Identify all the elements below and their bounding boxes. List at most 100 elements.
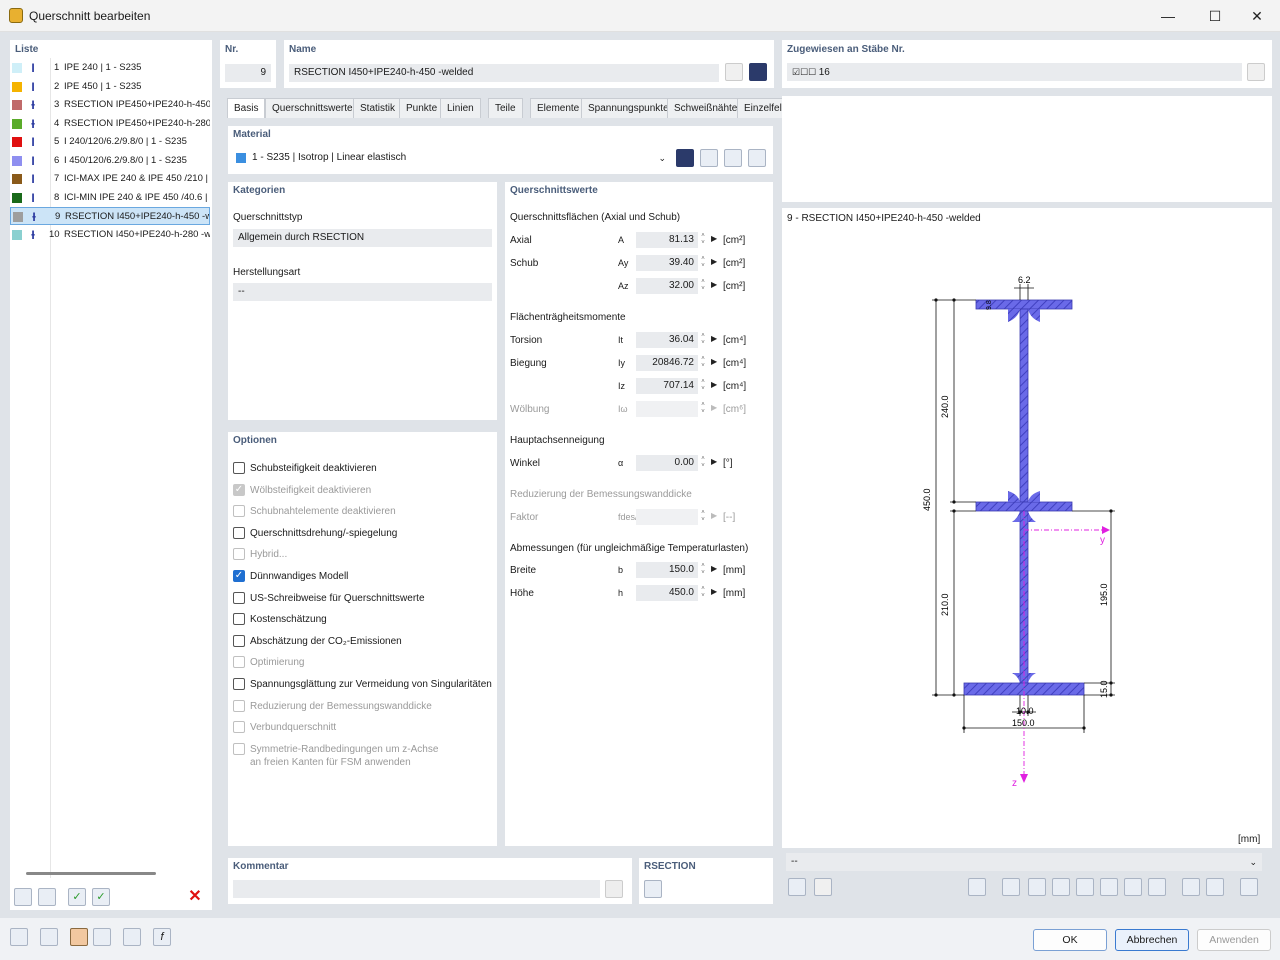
spinner-icon[interactable]: ˄ ˅	[698, 279, 708, 293]
arrow-right-icon[interactable]: ▶	[711, 234, 717, 243]
qw-row-value[interactable]: 707.14	[636, 378, 698, 394]
delete-icon[interactable]: ✕	[186, 888, 204, 906]
arrow-right-icon[interactable]: ▶	[711, 357, 717, 366]
qw-row-value[interactable]: 39.40	[636, 255, 698, 271]
kommentar-field[interactable]	[233, 880, 600, 898]
spinner-icon[interactable]: ˄ ˅	[698, 563, 708, 577]
arrow-right-icon[interactable]: ▶	[711, 564, 717, 573]
qw-row-value[interactable]: 36.04	[636, 332, 698, 348]
arrow-right-icon[interactable]: ▶	[711, 280, 717, 289]
arrow-right-icon[interactable]: ▶	[711, 457, 717, 466]
preview-settings-icon[interactable]	[788, 878, 806, 896]
option-checkbox[interactable]	[233, 613, 245, 626]
arrow-right-icon[interactable]: ▶	[711, 511, 717, 520]
formula-icon[interactable]: f	[153, 928, 171, 946]
assigned-field[interactable]: ☑☐☐ 16	[787, 63, 1242, 81]
spinner-icon[interactable]: ˄ ˅	[698, 356, 708, 370]
querschnittstyp-field[interactable]: Allgemein durch RSECTION	[233, 229, 492, 247]
check-all-icon[interactable]: ✓	[92, 888, 110, 906]
tab-5[interactable]: Teile	[488, 98, 523, 118]
qw-row-value[interactable]	[636, 401, 698, 417]
list-item[interactable]: I 7 ICI-MAX IPE 240 & IPE 450 /210 | 1	[10, 170, 210, 188]
list-item[interactable]: I 6 I 450/120/6.2/9.8/0 | 1 - S235	[10, 152, 210, 170]
list-item[interactable]: Ɨ 4 RSECTION IPE450+IPE240-h-280 | 1	[10, 115, 210, 133]
qw-row-value[interactable]: 450.0	[636, 585, 698, 601]
cancel-button[interactable]: Abbrechen	[1115, 929, 1189, 951]
library-icon[interactable]	[749, 63, 767, 81]
ok-button[interactable]: OK	[1033, 929, 1107, 951]
option-checkbox[interactable]	[233, 656, 245, 669]
option-checkbox[interactable]	[233, 678, 245, 690]
tab-7[interactable]: Spannungspunkte	[581, 98, 676, 118]
option-checkbox[interactable]	[233, 634, 245, 647]
spinner-icon[interactable]: ˄ ˅	[698, 586, 708, 600]
option-checkbox[interactable]	[233, 591, 245, 604]
edit-material-icon[interactable]	[724, 149, 742, 167]
check-icon[interactable]: ✓	[68, 888, 86, 906]
new-section-icon[interactable]	[14, 888, 32, 906]
arrow-right-icon[interactable]: ▶	[711, 587, 717, 596]
i-section-outline-icon[interactable]	[1100, 878, 1118, 896]
spinner-icon[interactable]: ˄ ˅	[698, 402, 708, 416]
option-checkbox[interactable]	[233, 462, 245, 474]
arrow-right-icon[interactable]: ▶	[711, 257, 717, 266]
tab-6[interactable]: Elemente	[530, 98, 587, 118]
option-checkbox[interactable]	[233, 526, 245, 539]
option-checkbox[interactable]	[233, 699, 245, 712]
name-field[interactable]: RSECTION I450+IPE240-h-450 -welded	[289, 64, 719, 82]
spinner-icon[interactable]: ˄ ˅	[698, 233, 708, 247]
units-icon[interactable]	[40, 928, 58, 946]
spinner-icon[interactable]: ˄ ˅	[698, 333, 708, 347]
spinner-icon[interactable]: ˄ ˅	[698, 256, 708, 270]
option-checkbox[interactable]	[233, 505, 245, 518]
qw-row-value[interactable]: 81.13	[636, 232, 698, 248]
dimension-left-icon[interactable]	[1052, 878, 1070, 896]
list-item[interactable]: I 8 ICI-MIN IPE 240 & IPE 450 /40.6 | 1	[10, 189, 210, 207]
qw-row-value[interactable]	[636, 509, 698, 525]
tab-2[interactable]: Statistik	[353, 98, 403, 118]
comment-copy-icon[interactable]	[605, 880, 623, 898]
list-item[interactable]: Ɨ 3 RSECTION IPE450+IPE240-h-450 | 1	[10, 96, 210, 114]
preview-copy-icon[interactable]	[814, 878, 832, 896]
herstellungsart-field[interactable]: --	[233, 283, 492, 301]
spinner-icon[interactable]: ˄ ˅	[698, 510, 708, 524]
apply-button[interactable]: Anwenden	[1197, 929, 1271, 951]
tab-0[interactable]: Basis	[227, 98, 266, 119]
list-hscroll[interactable]	[26, 872, 156, 875]
qw-row-value[interactable]: 150.0	[636, 562, 698, 578]
color-icon[interactable]	[70, 928, 88, 946]
spinner-icon[interactable]: ˄ ˅	[698, 456, 708, 470]
arrow-right-icon[interactable]: ▶	[711, 334, 717, 343]
edit-name-icon[interactable]	[725, 63, 743, 81]
settings-icon[interactable]	[93, 928, 111, 946]
tab-4[interactable]: Linien	[440, 98, 481, 118]
list-item[interactable]: I 1 IPE 240 | 1 - S235	[10, 59, 210, 77]
help-icon[interactable]	[10, 928, 28, 946]
qw-row-value[interactable]: 32.00	[636, 278, 698, 294]
tab-8[interactable]: Schweißnähte	[667, 98, 745, 118]
material-info-icon[interactable]	[748, 149, 766, 167]
tab-1[interactable]: Querschnittswerte	[265, 98, 360, 118]
option-checkbox[interactable]: ✓	[233, 570, 245, 582]
material-select[interactable]: 1 - S235 | Isotrop | Linear elastisch ⌄	[233, 149, 671, 167]
nr-field[interactable]: 9	[225, 64, 271, 82]
minimize-icon[interactable]: —	[1158, 6, 1178, 26]
close-icon[interactable]: ✕	[1247, 6, 1267, 26]
rsection-open-icon[interactable]	[644, 880, 662, 898]
dimension-icon[interactable]	[1028, 878, 1046, 896]
qw-row-value[interactable]: 0.00	[636, 455, 698, 471]
preview-dropdown[interactable]: -- ⌄	[786, 853, 1262, 871]
print-icon[interactable]	[1002, 878, 1020, 896]
select-members-icon[interactable]	[1247, 63, 1265, 81]
list-item[interactable]: Ɨ 9 RSECTION I450+IPE240-h-450 -welded	[10, 207, 210, 225]
tab-3[interactable]: Punkte	[399, 98, 445, 118]
chevron-down-icon[interactable]: ⌄	[658, 150, 666, 166]
option-checkbox[interactable]	[233, 721, 245, 734]
grid-icon[interactable]	[1148, 878, 1166, 896]
material-library-icon[interactable]	[676, 149, 694, 167]
option-checkbox[interactable]: ✓	[233, 483, 245, 496]
maximize-icon[interactable]: ☐	[1205, 6, 1225, 26]
view-icon[interactable]	[123, 928, 141, 946]
qw-row-value[interactable]: 20846.72	[636, 355, 698, 371]
arrow-right-icon[interactable]: ▶	[711, 380, 717, 389]
